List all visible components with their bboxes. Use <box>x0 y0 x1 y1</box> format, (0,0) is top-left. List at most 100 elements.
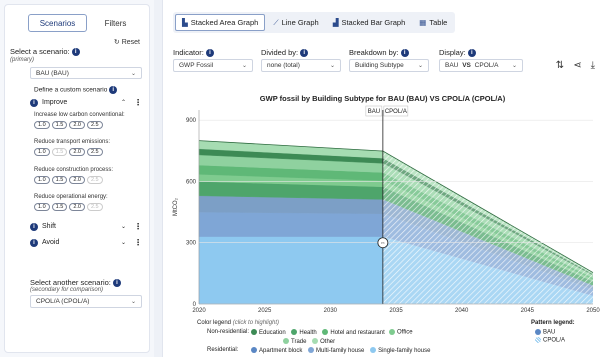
chart-title: GWP fossil by Building Subtype for BAU (… <box>259 94 506 103</box>
legend-item[interactable]: Other <box>312 338 335 345</box>
pattern-legend-bau[interactable]: BAU <box>535 329 555 336</box>
legend-item[interactable]: Education <box>251 329 286 336</box>
another-scenario-label: Select another scenario: i <box>30 278 121 288</box>
tab-stacked-area[interactable]: ▙ Stacked Area Graph <box>175 14 266 31</box>
split-handle-arrows: ⇔ <box>380 241 386 247</box>
area-chart: ⇔BAU CPOL/A03006009002020 2025 2030 2035 2040… <box>173 105 600 314</box>
chevron-down-icon: ⌄ <box>329 63 335 69</box>
lever-option[interactable]: 1.5 <box>51 121 68 129</box>
legend-swatch <box>322 329 329 336</box>
lever-option[interactable]: 1.0 <box>34 148 50 156</box>
chevron-down-icon: ⌄ <box>130 299 136 305</box>
more-menu-icon[interactable]: ⋮ <box>134 98 142 107</box>
info-icon[interactable]: i <box>109 86 118 94</box>
tab-scenarios[interactable]: Scenarios <box>28 14 87 32</box>
split-label-cpol: CPOL/A <box>385 109 407 115</box>
legend-item[interactable]: Multi-family house <box>308 347 364 354</box>
sort-icon[interactable]: ⇅ <box>556 60 564 71</box>
primary-scenario-select[interactable]: BAU (BAU) ⌄ <box>30 67 142 79</box>
y-tick-label: 300 <box>186 241 197 247</box>
legend-swatch <box>535 329 541 335</box>
select-scenario-label: Select a scenario: i <box>10 47 80 57</box>
chevron-down-icon[interactable]: ⌄ <box>121 239 126 246</box>
legend-item[interactable]: Office <box>389 329 413 336</box>
more-menu-icon[interactable]: ⋮ <box>134 222 142 231</box>
info-icon[interactable]: i <box>112 279 121 288</box>
reset-button[interactable]: ↻ Reset <box>113 38 140 47</box>
chevron-down-icon: ⌄ <box>511 63 517 69</box>
lever-option[interactable]: 1.5 <box>51 176 68 184</box>
legend-res-label: Residential: <box>207 347 239 353</box>
chart-actions: ⇅ ⋖ ⤓ <box>556 60 595 71</box>
lever-option[interactable]: 1.5 <box>51 203 68 211</box>
more-menu-icon[interactable]: ⋮ <box>134 238 142 247</box>
lever-option[interactable]: 2.5 <box>86 203 103 211</box>
tab-table[interactable]: ▦ Table <box>413 14 453 31</box>
lever-option[interactable]: 2.5 <box>86 148 103 156</box>
info-icon[interactable]: i <box>467 49 476 58</box>
legend-swatch <box>251 329 257 336</box>
chevron-down-icon[interactable]: ⌄ <box>121 223 126 230</box>
tab-line-graph[interactable]: ⟋ Line Graph <box>267 14 324 31</box>
area-series-bau[interactable] <box>198 236 384 305</box>
lever-options: 1.0 1.5 2.0 2.5 <box>34 176 103 184</box>
chevron-down-icon: ⌄ <box>241 63 247 69</box>
legend-swatch <box>535 337 541 343</box>
info-icon[interactable]: i <box>71 48 80 57</box>
share-icon[interactable]: ⋖ <box>573 60 581 71</box>
y-axis-label: MtCO₂ <box>173 197 179 216</box>
chevron-up-icon[interactable]: ⌃ <box>121 99 126 106</box>
legend-item[interactable]: Apartment block <box>251 347 302 354</box>
indicator-select[interactable]: GWP Fossil ⌄ <box>173 59 253 72</box>
chevron-down-icon: ⌄ <box>417 63 423 69</box>
lever-label: Increase low carbon conventional: <box>34 112 125 118</box>
legend-swatch <box>283 338 289 345</box>
lever-option[interactable]: 2.0 <box>69 203 85 211</box>
view-tabs: ▙ Stacked Area Graph ⟋ Line Graph ▟ Stac… <box>173 12 456 33</box>
lever-option[interactable]: 1.0 <box>34 121 50 129</box>
lever-option[interactable]: 2.5 <box>86 121 103 129</box>
lever-option[interactable]: 2.0 <box>69 176 85 184</box>
pattern-legend-cpol[interactable]: CPOL/A <box>535 337 565 344</box>
lever-option[interactable]: 2.5 <box>86 176 103 184</box>
group-shift[interactable]: i Shift ⌄ ⋮ <box>30 222 142 231</box>
breakdown-select[interactable]: Building Subtype ⌄ <box>349 59 429 72</box>
legend-item[interactable]: Trade <box>283 338 306 345</box>
info-icon[interactable]: i <box>30 98 38 107</box>
another-scenario-sublabel: (secondary for comparison) <box>30 287 104 293</box>
info-icon[interactable]: i <box>400 49 409 58</box>
info-icon[interactable]: i <box>30 222 38 231</box>
secondary-scenario-select[interactable]: CPOL/A (CPOL/A) ⌄ <box>30 295 142 308</box>
x-tick-label: 2025 <box>258 308 272 314</box>
reset-icon: ↻ <box>113 39 120 46</box>
lever-option[interactable]: 1.0 <box>34 176 50 184</box>
x-tick-label: 2030 <box>324 308 338 314</box>
download-icon[interactable]: ⤓ <box>591 60 595 71</box>
pattern-legend-title: Pattern legend: <box>531 320 575 326</box>
info-icon[interactable]: i <box>300 49 309 58</box>
group-avoid[interactable]: i Avoid ⌄ ⋮ <box>30 238 142 247</box>
legend-res-items: Apartment block Multi-family house Singl… <box>251 347 430 354</box>
display-select[interactable]: BAU VS CPOL/A ⌄ <box>439 59 523 72</box>
lever-option[interactable]: 1.5 <box>51 148 68 156</box>
lever-option[interactable]: 1.0 <box>34 203 50 211</box>
legend-nonres-items: Education Health Hotel and restaurant Tr… <box>251 329 411 347</box>
area-series-bau[interactable] <box>198 211 384 237</box>
line-chart-icon: ⟋ <box>273 17 279 27</box>
legend-item[interactable]: Hotel and restaurant <box>322 329 385 336</box>
legend-swatch <box>291 329 298 336</box>
tab-filters[interactable]: Filters <box>87 14 144 32</box>
lever-option[interactable]: 2.0 <box>69 121 85 129</box>
legend-item[interactable]: Health <box>291 329 317 336</box>
legend-item[interactable]: Single-family house <box>370 347 430 354</box>
info-icon[interactable]: i <box>205 49 214 58</box>
custom-scenario-label: Define a custom scenario i <box>34 86 118 94</box>
custom-scenario-box: i Improve ⌃ ⋮ Increase low carbon conven… <box>30 94 142 256</box>
tab-stacked-bar[interactable]: ▟ Stacked Bar Graph <box>327 14 412 31</box>
lever-option[interactable]: 2.0 <box>69 148 85 156</box>
divided-by-select[interactable]: none (total) ⌄ <box>261 59 341 72</box>
bar-chart-icon: ▟ <box>332 18 339 27</box>
y-tick-label: 600 <box>186 179 197 185</box>
group-improve[interactable]: i Improve ⌃ ⋮ <box>30 98 142 107</box>
info-icon[interactable]: i <box>30 238 38 247</box>
